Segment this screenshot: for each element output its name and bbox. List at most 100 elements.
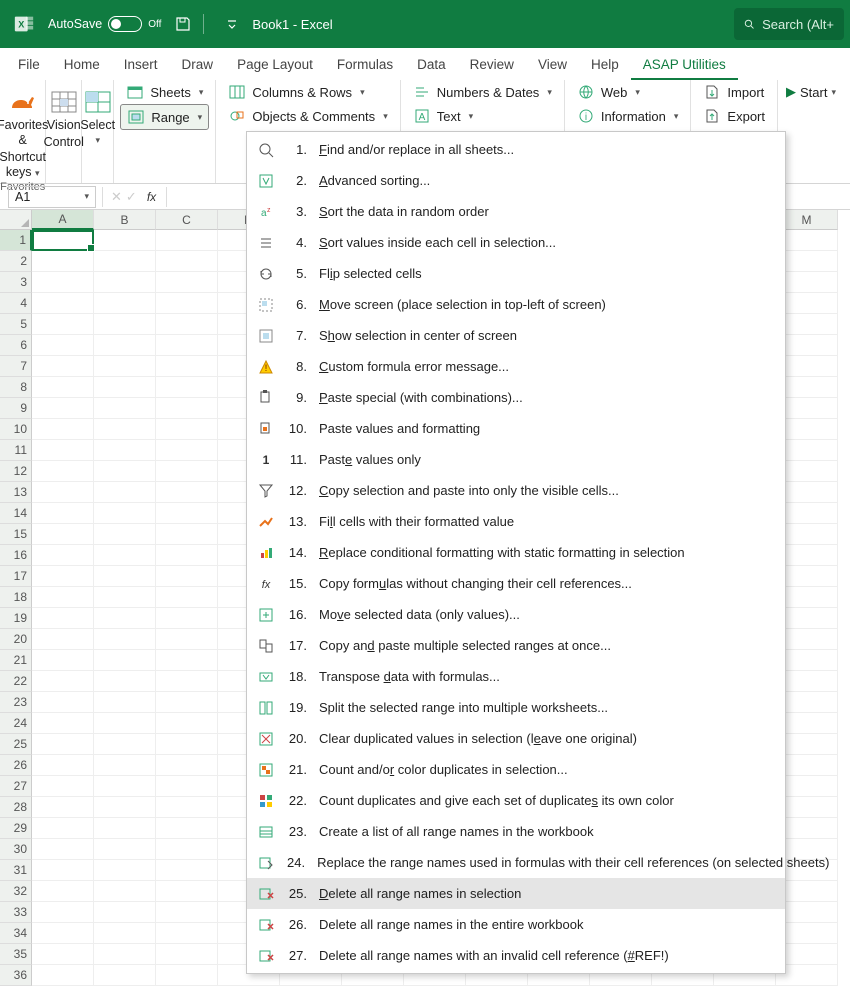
cell[interactable] [32, 797, 94, 818]
range-menu-item-16[interactable]: 16.Move selected data (only values)... [247, 599, 785, 630]
row-header[interactable]: 32 [0, 881, 32, 902]
range-menu-item-12[interactable]: 12.Copy selection and paste into only th… [247, 475, 785, 506]
information-button[interactable]: iInformation▾ [571, 104, 685, 128]
range-menu-item-3[interactable]: az3.Sort the data in random order [247, 196, 785, 227]
row-header[interactable]: 36 [0, 965, 32, 986]
cell[interactable] [156, 944, 218, 965]
cell[interactable] [32, 503, 94, 524]
row-header[interactable]: 31 [0, 860, 32, 881]
row-header[interactable]: 18 [0, 587, 32, 608]
cell[interactable] [32, 881, 94, 902]
cell[interactable] [32, 335, 94, 356]
cell[interactable] [94, 755, 156, 776]
range-menu-item-7[interactable]: 7.Show selection in center of screen [247, 320, 785, 351]
cancel-icon[interactable]: ✕ [111, 189, 122, 205]
cell[interactable] [94, 734, 156, 755]
cell[interactable] [156, 650, 218, 671]
objects-comments-button[interactable]: Objects & Comments▾ [222, 104, 393, 128]
cell[interactable] [156, 671, 218, 692]
range-menu-item-25[interactable]: 25.Delete all range names in selection [247, 878, 785, 909]
cell[interactable] [156, 482, 218, 503]
row-header[interactable]: 1 [0, 230, 32, 251]
cell[interactable] [32, 293, 94, 314]
cell[interactable] [156, 314, 218, 335]
cell[interactable] [32, 440, 94, 461]
cell[interactable] [156, 524, 218, 545]
spreadsheet-grid[interactable]: ABCDM 1234567891011121314151617181920212… [0, 210, 850, 958]
cell[interactable] [156, 587, 218, 608]
cell[interactable] [156, 398, 218, 419]
cell[interactable] [94, 356, 156, 377]
cell[interactable] [32, 524, 94, 545]
row-header[interactable]: 6 [0, 335, 32, 356]
tab-home[interactable]: Home [52, 51, 112, 80]
range-menu-item-19[interactable]: 19.Split the selected range into multipl… [247, 692, 785, 723]
column-header[interactable]: C [156, 210, 218, 230]
range-menu-item-9[interactable]: 9.Paste special (with combinations)... [247, 382, 785, 413]
cell[interactable] [156, 377, 218, 398]
autosave-toggle-icon[interactable] [108, 16, 142, 32]
range-menu-item-10[interactable]: 10.Paste values and formatting [247, 413, 785, 444]
autosave-control[interactable]: AutoSave Off [48, 16, 161, 32]
cell[interactable] [32, 608, 94, 629]
range-button[interactable]: Range▾ [120, 104, 209, 130]
range-menu-item-6[interactable]: 6.Move screen (place selection in top-le… [247, 289, 785, 320]
row-header[interactable]: 28 [0, 797, 32, 818]
row-header[interactable]: 7 [0, 356, 32, 377]
row-header[interactable]: 16 [0, 545, 32, 566]
cell[interactable] [32, 272, 94, 293]
range-menu-item-4[interactable]: 4.Sort values inside each cell in select… [247, 227, 785, 258]
row-header[interactable]: 21 [0, 650, 32, 671]
cell[interactable] [156, 608, 218, 629]
sheets-button[interactable]: Sheets▾ [120, 80, 209, 104]
cell[interactable] [32, 923, 94, 944]
cell[interactable] [94, 503, 156, 524]
range-menu-item-15[interactable]: fx15.Copy formulas without changing thei… [247, 568, 785, 599]
row-header[interactable]: 15 [0, 524, 32, 545]
cell[interactable] [94, 440, 156, 461]
cell[interactable] [94, 839, 156, 860]
cell[interactable] [32, 860, 94, 881]
cell[interactable] [32, 251, 94, 272]
cell[interactable] [32, 629, 94, 650]
import-button[interactable]: Import [697, 80, 771, 104]
row-header[interactable]: 4 [0, 293, 32, 314]
cell[interactable] [156, 629, 218, 650]
range-menu-item-22[interactable]: 22.Count duplicates and give each set of… [247, 785, 785, 816]
cell[interactable] [156, 881, 218, 902]
fx-button[interactable]: fx [147, 190, 156, 204]
row-header[interactable]: 30 [0, 839, 32, 860]
cell[interactable] [94, 671, 156, 692]
cell[interactable] [94, 251, 156, 272]
cell[interactable] [32, 356, 94, 377]
cell[interactable] [156, 335, 218, 356]
cell[interactable] [94, 524, 156, 545]
cell[interactable] [156, 545, 218, 566]
tab-help[interactable]: Help [579, 51, 631, 80]
cell[interactable] [94, 776, 156, 797]
numbers-dates-button[interactable]: Numbers & Dates▾ [407, 80, 558, 104]
save-button[interactable] [169, 10, 197, 38]
tab-draw[interactable]: Draw [170, 51, 226, 80]
row-header[interactable]: 10 [0, 419, 32, 440]
tab-formulas[interactable]: Formulas [325, 51, 405, 80]
cell[interactable] [156, 818, 218, 839]
range-menu-item-21[interactable]: 21.Count and/or color duplicates in sele… [247, 754, 785, 785]
cell[interactable] [94, 923, 156, 944]
row-header[interactable]: 25 [0, 734, 32, 755]
row-header[interactable]: 22 [0, 671, 32, 692]
cell[interactable] [156, 797, 218, 818]
cell[interactable] [156, 461, 218, 482]
cell[interactable] [94, 293, 156, 314]
row-headers[interactable]: 1234567891011121314151617181920212223242… [0, 230, 32, 986]
cell[interactable] [156, 566, 218, 587]
cell[interactable] [32, 839, 94, 860]
cell[interactable] [32, 419, 94, 440]
select-all-triangle[interactable] [0, 210, 32, 230]
cell[interactable] [32, 713, 94, 734]
cell[interactable] [32, 545, 94, 566]
cell[interactable] [156, 755, 218, 776]
cell[interactable] [156, 839, 218, 860]
row-header[interactable]: 20 [0, 629, 32, 650]
row-header[interactable]: 29 [0, 818, 32, 839]
